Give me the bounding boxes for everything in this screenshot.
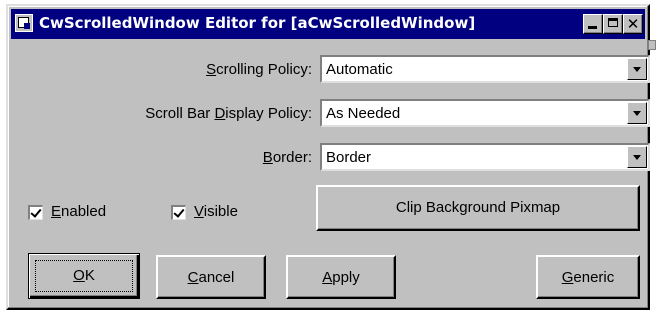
visible-label[interactable]: Visible bbox=[194, 203, 238, 220]
title-bar[interactable]: CwScrolledWindow Editor for [aCwScrolled… bbox=[11, 9, 645, 39]
apply-button[interactable]: Apply bbox=[286, 255, 396, 299]
scroll-bar-display-policy-select[interactable]: As Needed bbox=[320, 99, 650, 127]
visible-checkbox[interactable] bbox=[171, 205, 186, 220]
maximize-icon bbox=[608, 18, 618, 27]
apply-label: Apply bbox=[322, 269, 360, 286]
cancel-label: Cancel bbox=[187, 269, 235, 286]
generic-button[interactable]: Generic bbox=[536, 255, 640, 299]
ok-button[interactable]: OK bbox=[28, 253, 140, 299]
maximize-button[interactable] bbox=[603, 14, 623, 34]
editor-window: CwScrolledWindow Editor for [aCwScrolled… bbox=[6, 4, 650, 310]
window-title: CwScrolledWindow Editor for [aCwScrolled… bbox=[39, 14, 476, 32]
border-value: Border bbox=[326, 149, 372, 166]
close-button[interactable]: ✕ bbox=[623, 14, 643, 34]
ok-label: OK bbox=[73, 267, 95, 284]
border-select[interactable]: Border bbox=[320, 143, 650, 171]
scroll-bar-display-policy-label: Scroll Bar Display Policy: bbox=[145, 105, 312, 122]
minimize-icon bbox=[588, 26, 597, 29]
enabled-checkbox[interactable] bbox=[28, 205, 43, 220]
cancel-button[interactable]: Cancel bbox=[156, 255, 266, 299]
chevron-down-icon[interactable] bbox=[627, 102, 647, 124]
clip-background-pixmap-button[interactable]: Clip Background Pixmap bbox=[316, 185, 640, 231]
close-icon: ✕ bbox=[626, 15, 640, 33]
enabled-label[interactable]: Enabled bbox=[51, 203, 106, 220]
minimize-button[interactable] bbox=[583, 14, 603, 34]
resize-handle[interactable] bbox=[648, 40, 656, 50]
scrolling-policy-label: Scrolling Policy: bbox=[206, 61, 312, 78]
window-icon[interactable] bbox=[15, 14, 33, 32]
scroll-bar-display-policy-value: As Needed bbox=[326, 105, 401, 122]
chevron-down-icon[interactable] bbox=[627, 58, 647, 80]
border-label: Border: bbox=[262, 149, 312, 166]
generic-label: Generic bbox=[561, 269, 615, 286]
chevron-down-icon[interactable] bbox=[627, 146, 647, 168]
scrolling-policy-value: Automatic bbox=[326, 61, 393, 78]
scrolling-policy-select[interactable]: Automatic bbox=[320, 55, 650, 83]
